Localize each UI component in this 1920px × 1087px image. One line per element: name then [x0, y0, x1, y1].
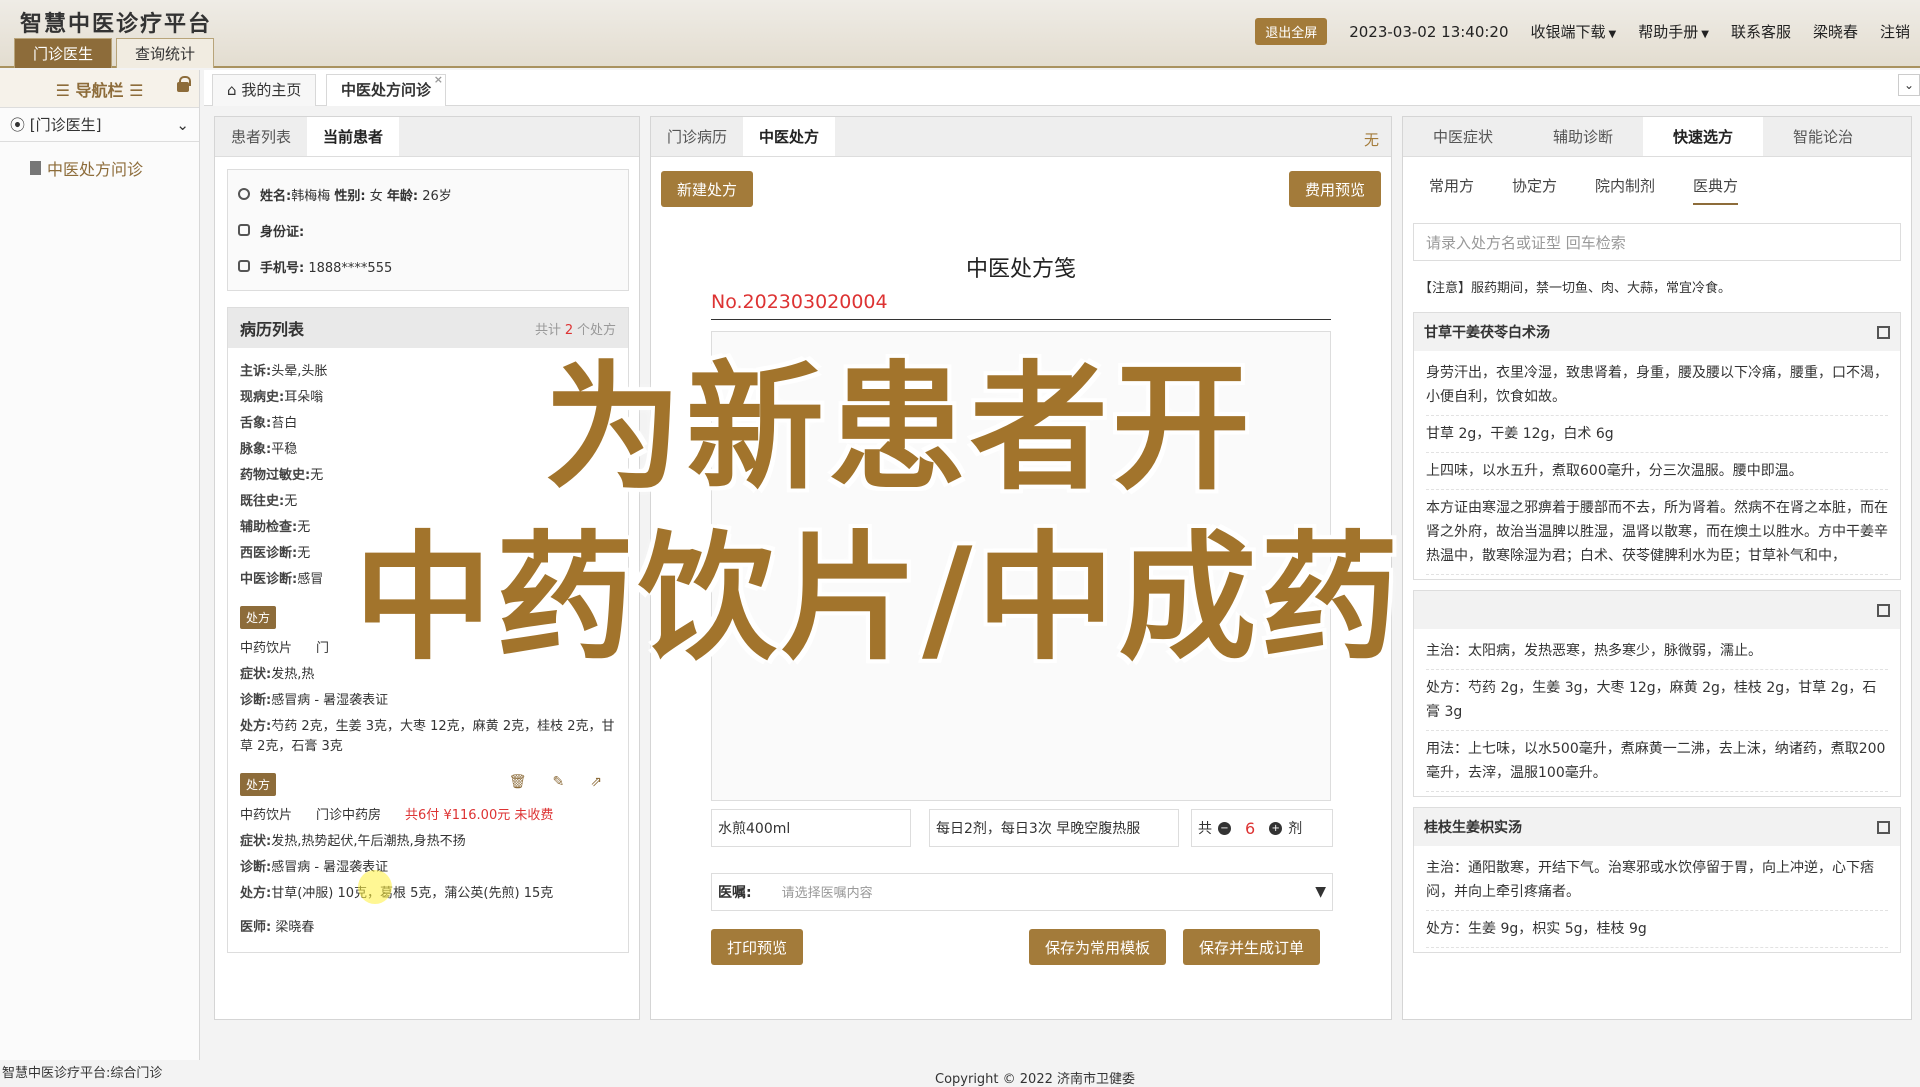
- tab-query-statistics[interactable]: 查询统计: [116, 38, 215, 68]
- tab-current-patient[interactable]: 当前患者: [307, 117, 400, 156]
- notice-text: 【注意】服药期间，禁一切鱼、肉、大蒜，常宜冷食。: [1419, 281, 1732, 296]
- history-count: 共计 2 个处方: [535, 322, 616, 338]
- divider: [711, 319, 1331, 320]
- radio-icon: ⦿: [10, 116, 26, 134]
- usage-input[interactable]: 每日2剂，每日3次 早晚空腹热服: [929, 809, 1179, 847]
- tab-outpatient-doctor[interactable]: 门诊医生: [14, 38, 113, 68]
- decoction-input[interactable]: 水煎400ml: [711, 809, 911, 847]
- cashier-download-menu[interactable]: 收银端下载 ▼: [1531, 21, 1617, 42]
- advice-select[interactable]: 医嘱: 请选择医嘱内容 ▼: [711, 873, 1333, 911]
- prescription-badge: 处方: [240, 606, 277, 629]
- external-link-icon[interactable]: [1877, 325, 1890, 339]
- page-tabbar: ⌂ 我的主页 中医处方问诊 × ⌄: [204, 70, 1920, 106]
- tab-tcm-symptoms[interactable]: 中医症状: [1403, 117, 1523, 156]
- formula-card: 桂枝生姜枳实汤 主治：通阳散寒，开结下气。治寒邪或水饮停留于胃，向上冲逆，心下痞…: [1413, 807, 1901, 953]
- phone-icon: [238, 260, 250, 272]
- history-title: 病历列表: [240, 320, 305, 339]
- subtab-hospital[interactable]: 院内制剂: [1595, 175, 1655, 207]
- sidebar-item-tcm-prescription[interactable]: 中医处方问诊: [0, 156, 199, 180]
- chevron-down-icon: ⌄: [176, 115, 189, 134]
- delete-icon[interactable]: 🗑: [509, 774, 527, 790]
- fee-preview-button[interactable]: 费用预览: [1288, 171, 1381, 207]
- lock-icon[interactable]: [177, 76, 191, 92]
- prescription-number: No.202303020004: [711, 291, 888, 313]
- caption-line-1: 为新患者开: [544, 348, 1255, 509]
- tab-tcm-rx[interactable]: 中医处方: [743, 117, 836, 156]
- patient-info-card: 姓名:韩梅梅 性别: 女 年龄: 26岁 身份证: 手机号: 1888****5…: [227, 169, 629, 291]
- tab-patient-list[interactable]: 患者列表: [215, 117, 307, 156]
- quantity-stepper[interactable]: 共 − 6 + 剂: [1191, 809, 1333, 847]
- tab-my-home[interactable]: ⌂ 我的主页: [212, 74, 317, 106]
- edit-icon[interactable]: ✎: [553, 774, 565, 790]
- help-manual-menu[interactable]: 帮助手册 ▼: [1638, 21, 1709, 42]
- save-order-button[interactable]: 保存并生成订单: [1183, 929, 1321, 965]
- tab-outpatient-record[interactable]: 门诊病历: [651, 117, 743, 156]
- status-text: 智慧中医诊疗平台:综合门诊: [2, 1066, 163, 1081]
- user-icon: [238, 188, 250, 200]
- role-select[interactable]: ⦿ [门诊医生] ⌄: [0, 108, 199, 142]
- subtab-common[interactable]: 常用方: [1429, 175, 1474, 207]
- tab-tcm-prescription[interactable]: 中医处方问诊 ×: [326, 73, 447, 106]
- minus-icon[interactable]: −: [1218, 821, 1231, 835]
- video-caption-overlay: 为新患者开 中药饮片/中成药: [354, 360, 1584, 740]
- external-link-icon[interactable]: [1877, 820, 1890, 834]
- expand-icon[interactable]: ⌄: [1898, 74, 1920, 96]
- id-card-icon: [238, 224, 250, 236]
- prescription-badge: 处方: [240, 773, 277, 796]
- caret-down-icon: ▼: [1608, 29, 1617, 40]
- new-prescription-button[interactable]: 新建处方: [661, 171, 754, 207]
- app-title: 智慧中医诊疗平台: [20, 12, 213, 37]
- document-icon: [30, 161, 41, 175]
- subtab-classic[interactable]: 医典方: [1693, 175, 1739, 205]
- formula-search-input[interactable]: 请录入处方名或证型 回车检索: [1413, 223, 1901, 261]
- user-name[interactable]: 梁晓春: [1813, 21, 1858, 42]
- caption-line-2: 中药饮片/中成药: [354, 518, 1403, 679]
- top-tabs: 门诊医生 查询统计: [14, 38, 215, 68]
- home-icon: ⌂: [227, 81, 237, 99]
- save-template-button[interactable]: 保存为常用模板: [1029, 929, 1167, 965]
- datetime-display: 2023-03-02 13:40:20: [1349, 22, 1509, 41]
- external-link-icon[interactable]: [1877, 603, 1890, 617]
- caret-down-icon: ▼: [1701, 29, 1709, 40]
- plus-icon[interactable]: +: [1269, 821, 1283, 835]
- tab-quick-formula[interactable]: 快速选方: [1643, 117, 1764, 156]
- exit-fullscreen-button[interactable]: 退出全屏: [1255, 18, 1328, 45]
- tab-right-indicator: 无: [1363, 131, 1379, 149]
- logout-link[interactable]: 注销: [1880, 21, 1910, 42]
- tab-smart-treatment[interactable]: 智能论治: [1763, 117, 1883, 156]
- caret-down-icon: ▼: [1315, 884, 1326, 900]
- close-icon[interactable]: ×: [434, 65, 443, 95]
- tab-aux-diagnosis[interactable]: 辅助诊断: [1523, 117, 1643, 156]
- sidebar: ☰ 导航栏 ☰ ⦿ [门诊医生] ⌄ 中医处方问诊: [0, 70, 200, 1060]
- prescription-title: 中医处方笺: [965, 257, 1076, 282]
- contact-service-link[interactable]: 联系客服: [1731, 21, 1791, 42]
- copyright-text: Copyright © 2022 济南市卫健委: [935, 1072, 1136, 1087]
- subtab-agreed[interactable]: 协定方: [1512, 175, 1557, 207]
- print-preview-button[interactable]: 打印预览: [711, 929, 804, 965]
- top-bar: 智慧中医诊疗平台 门诊医生 查询统计 退出全屏 2023-03-02 13:40…: [0, 0, 1920, 68]
- external-link-icon[interactable]: ⇗: [590, 774, 602, 790]
- sidebar-title: ☰ 导航栏 ☰: [55, 80, 144, 100]
- mouse-cursor-highlight: [358, 870, 392, 904]
- header-actions: 退出全屏 2023-03-02 13:40:20 收银端下载 ▼ 帮助手册 ▼ 联系…: [1255, 18, 1910, 45]
- sidebar-header[interactable]: ☰ 导航栏 ☰: [0, 70, 199, 108]
